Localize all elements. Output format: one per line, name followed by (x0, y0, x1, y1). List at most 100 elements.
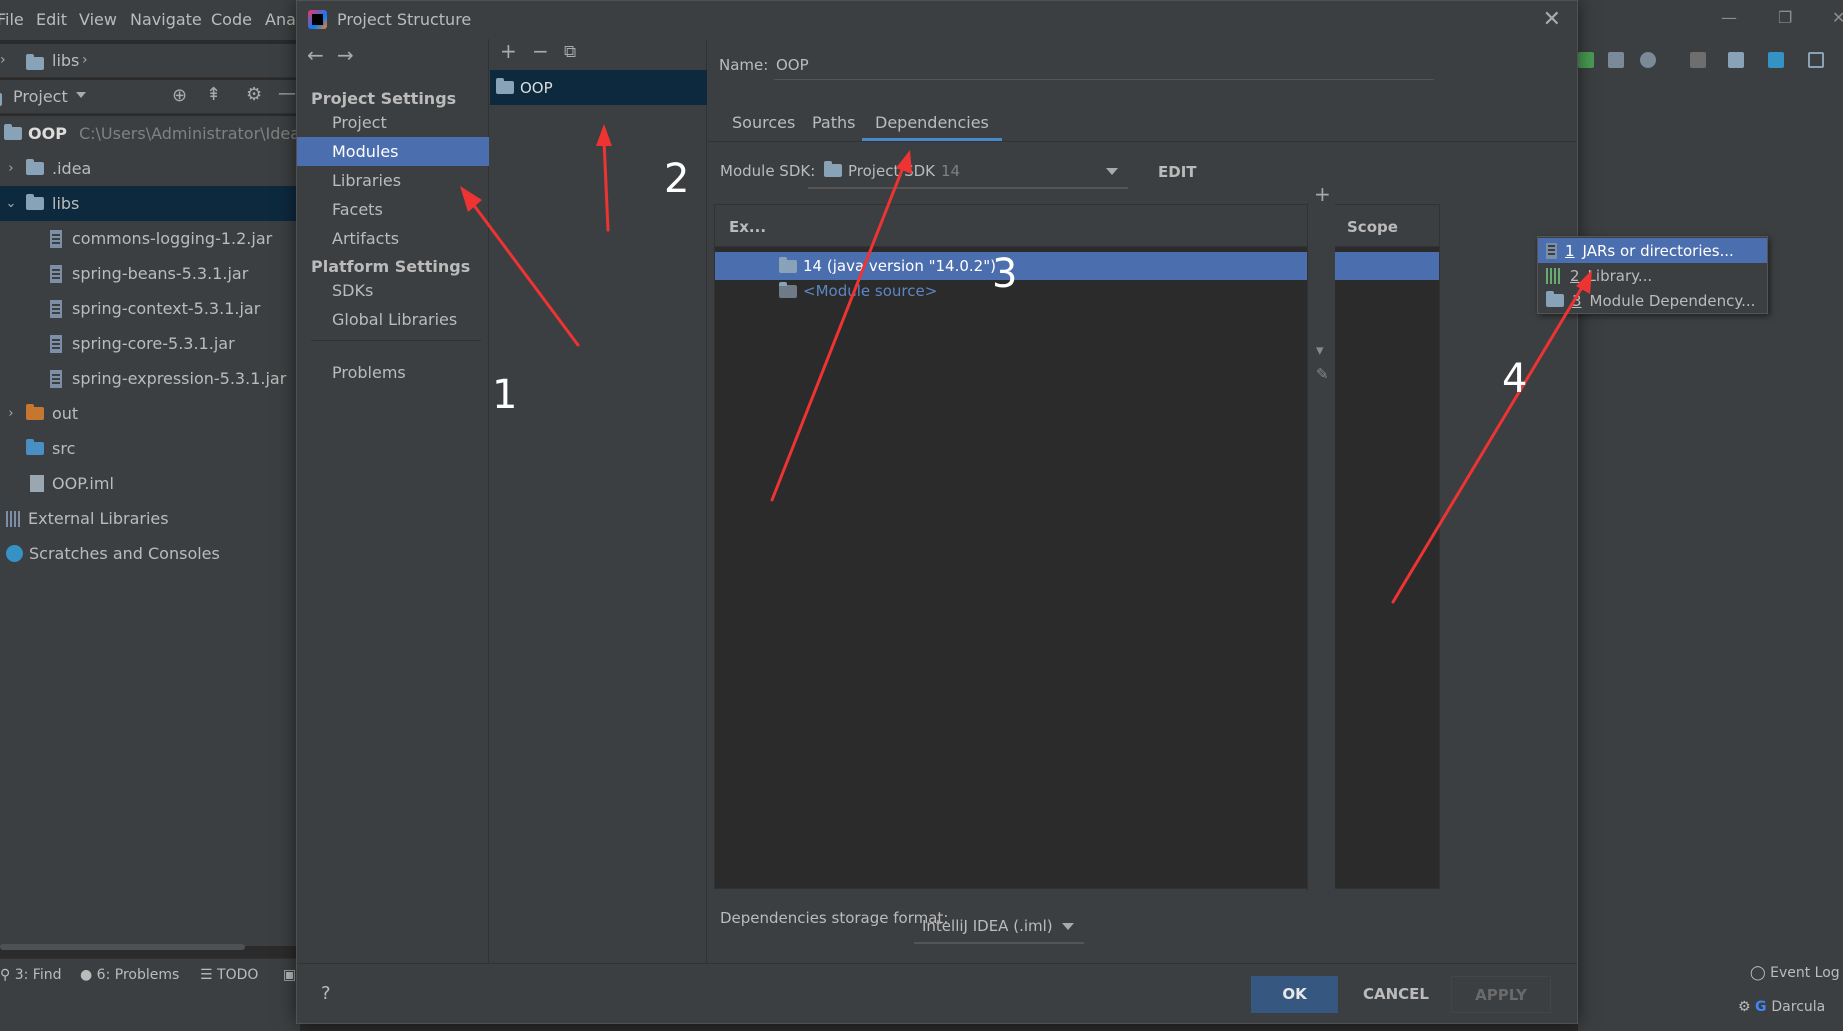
tree-item-idea[interactable]: › .idea (0, 151, 296, 186)
back-arrow-icon[interactable]: ← (307, 43, 324, 67)
nav-item-modules[interactable]: Modules (297, 137, 489, 166)
add-dependency-icon[interactable]: + (1314, 182, 1331, 206)
tree-item-jar[interactable]: spring-expression-5.3.1.jar (0, 361, 296, 396)
forward-arrow-icon[interactable]: → (337, 43, 354, 67)
sdk-version: 14 (941, 161, 961, 180)
nav-item-artifacts[interactable]: Artifacts (297, 224, 489, 253)
add-icon[interactable]: + (500, 39, 517, 63)
column-scope[interactable]: Scope (1347, 218, 1398, 236)
folder-icon (26, 159, 44, 175)
tree-item-external-libraries[interactable]: External Libraries (0, 501, 296, 536)
settings-icon: ⚙ (1738, 999, 1756, 1015)
close-icon[interactable]: ✕ (1543, 7, 1561, 32)
tree-item-label: .idea (52, 159, 92, 178)
popup-item-jars[interactable]: 1 JARs or directories... (1538, 238, 1767, 263)
tab-dependencies[interactable]: Dependencies (862, 105, 1002, 141)
nav-item-project[interactable]: Project (297, 108, 489, 137)
chevron-down-icon[interactable] (76, 92, 86, 98)
annotation-number: 1 (492, 372, 518, 418)
list-icon: ☰ (200, 967, 218, 983)
storage-format-select[interactable]: IntelliJ IDEA (.iml) (914, 907, 1084, 944)
column-export[interactable]: Ex... (729, 218, 766, 236)
nav-item-problems[interactable]: Problems (297, 358, 489, 387)
annotation-number: 4 (1502, 356, 1528, 402)
gear-icon[interactable]: ⚙ (246, 84, 262, 105)
minimize-panel-icon[interactable]: — (278, 83, 296, 104)
profile-icon[interactable] (1640, 52, 1656, 68)
apply-button[interactable]: APPLY (1451, 976, 1551, 1013)
jar-icon (50, 369, 62, 388)
module-row-oop[interactable]: OOP (490, 70, 707, 105)
debug-icon[interactable] (1578, 52, 1594, 68)
event-log-button[interactable]: ◯ Event Log (1750, 965, 1840, 981)
tree-item-jar[interactable]: spring-context-5.3.1.jar (0, 291, 296, 326)
tree-item-jar[interactable]: spring-beans-5.3.1.jar (0, 256, 296, 291)
sdk-folder-icon (824, 161, 842, 177)
tab-sources[interactable]: Sources (719, 105, 808, 141)
module-sdk-label: Module SDK: (720, 162, 816, 180)
terminal-icon[interactable] (1808, 52, 1824, 68)
menu-view[interactable]: View (79, 10, 117, 29)
project-panel-header: Project ⊕ ⇞ ⚙ — (0, 80, 300, 114)
locate-icon[interactable]: ⊕ (172, 85, 187, 106)
module-sdk-select[interactable]: Project SDK 14 (808, 154, 1128, 189)
menu-file[interactable]: File (0, 10, 24, 29)
copy-icon[interactable]: ⧉ (564, 42, 576, 62)
tree-item-src[interactable]: src (0, 431, 296, 466)
nav-item-global-libraries[interactable]: Global Libraries (297, 305, 489, 334)
problems-tool-button[interactable]: ● 6: Problems (80, 967, 179, 983)
platform-settings-heading: Platform Settings (311, 257, 471, 276)
nav-item-libraries[interactable]: Libraries (297, 166, 489, 195)
tree-item-label: libs (52, 194, 80, 213)
stop-icon[interactable] (1690, 52, 1706, 68)
popup-item-mnemonic: 3 (1572, 291, 1582, 310)
tree-root[interactable]: OOP C:\Users\Administrator\IdeaPro (0, 116, 325, 151)
popup-item-library[interactable]: 2 Library... (1538, 263, 1767, 288)
chevron-right-icon[interactable]: › (4, 161, 18, 176)
nav-item-sdks[interactable]: SDKs (297, 276, 489, 305)
move-down-icon[interactable]: ▾ (1316, 341, 1324, 359)
module-name-input[interactable]: OOP (774, 50, 1434, 80)
tree-item-jar[interactable]: commons-logging-1.2.jar (0, 221, 296, 256)
event-log-icon: ◯ (1750, 965, 1771, 981)
project-view-title[interactable]: Project (13, 87, 68, 106)
source-folder-icon (779, 281, 797, 298)
project-structure-dialog: Project Structure ✕ ← → Project Settings… (296, 0, 1578, 1024)
project-structure-icon[interactable] (1728, 52, 1744, 68)
tree-item-iml[interactable]: OOP.iml (0, 466, 296, 501)
edit-sdk-button[interactable]: EDIT (1158, 163, 1197, 181)
terminal-icon[interactable]: ▣ (283, 967, 296, 983)
dialog-title: Project Structure (337, 10, 472, 29)
tree-item-jar[interactable]: spring-core-5.3.1.jar (0, 326, 296, 361)
jar-icon (50, 264, 62, 283)
nav-item-facets[interactable]: Facets (297, 195, 489, 224)
collapse-all-icon[interactable]: ⇞ (206, 84, 221, 105)
chevron-down-icon[interactable]: ⌄ (4, 196, 18, 211)
close-window-icon[interactable]: ✕ (1832, 8, 1843, 27)
tab-paths[interactable]: Paths (799, 105, 868, 141)
edit-dependency-icon[interactable]: ✎ (1316, 365, 1329, 383)
breadcrumb-libs[interactable]: libs (52, 51, 79, 70)
help-button[interactable]: ? (321, 983, 331, 1004)
horizontal-scrollbar[interactable] (0, 944, 245, 950)
tree-item-scratches[interactable]: Scratches and Consoles (0, 536, 296, 571)
ok-button[interactable]: OK (1251, 976, 1338, 1013)
tree-item-libs[interactable]: ⌄ libs (0, 186, 296, 221)
menu-code[interactable]: Code (211, 10, 252, 29)
find-tool-button[interactable]: ⚲ 3: Find (0, 967, 61, 983)
restore-window-icon[interactable]: ❐ (1778, 8, 1792, 27)
minimize-window-icon[interactable]: — (1721, 8, 1737, 27)
sdk-value: Project SDK (848, 161, 935, 180)
todo-tool-button[interactable]: ☰ TODO (200, 967, 258, 983)
tree-item-out[interactable]: › out (0, 396, 296, 431)
chevron-right-icon[interactable]: › (4, 406, 18, 421)
remove-icon[interactable]: − (532, 39, 549, 63)
menu-edit[interactable]: Edit (36, 10, 67, 29)
coverage-icon[interactable] (1608, 52, 1624, 68)
annotation-number: 2 (664, 156, 690, 202)
menu-navigate[interactable]: Navigate (130, 10, 202, 29)
cancel-button[interactable]: CANCEL (1352, 976, 1440, 1013)
theme-indicator[interactable]: ⚙ G Darcula (1738, 999, 1825, 1015)
popup-item-module-dependency[interactable]: 3 Module Dependency... (1538, 288, 1767, 313)
translate-icon[interactable] (1768, 52, 1784, 68)
